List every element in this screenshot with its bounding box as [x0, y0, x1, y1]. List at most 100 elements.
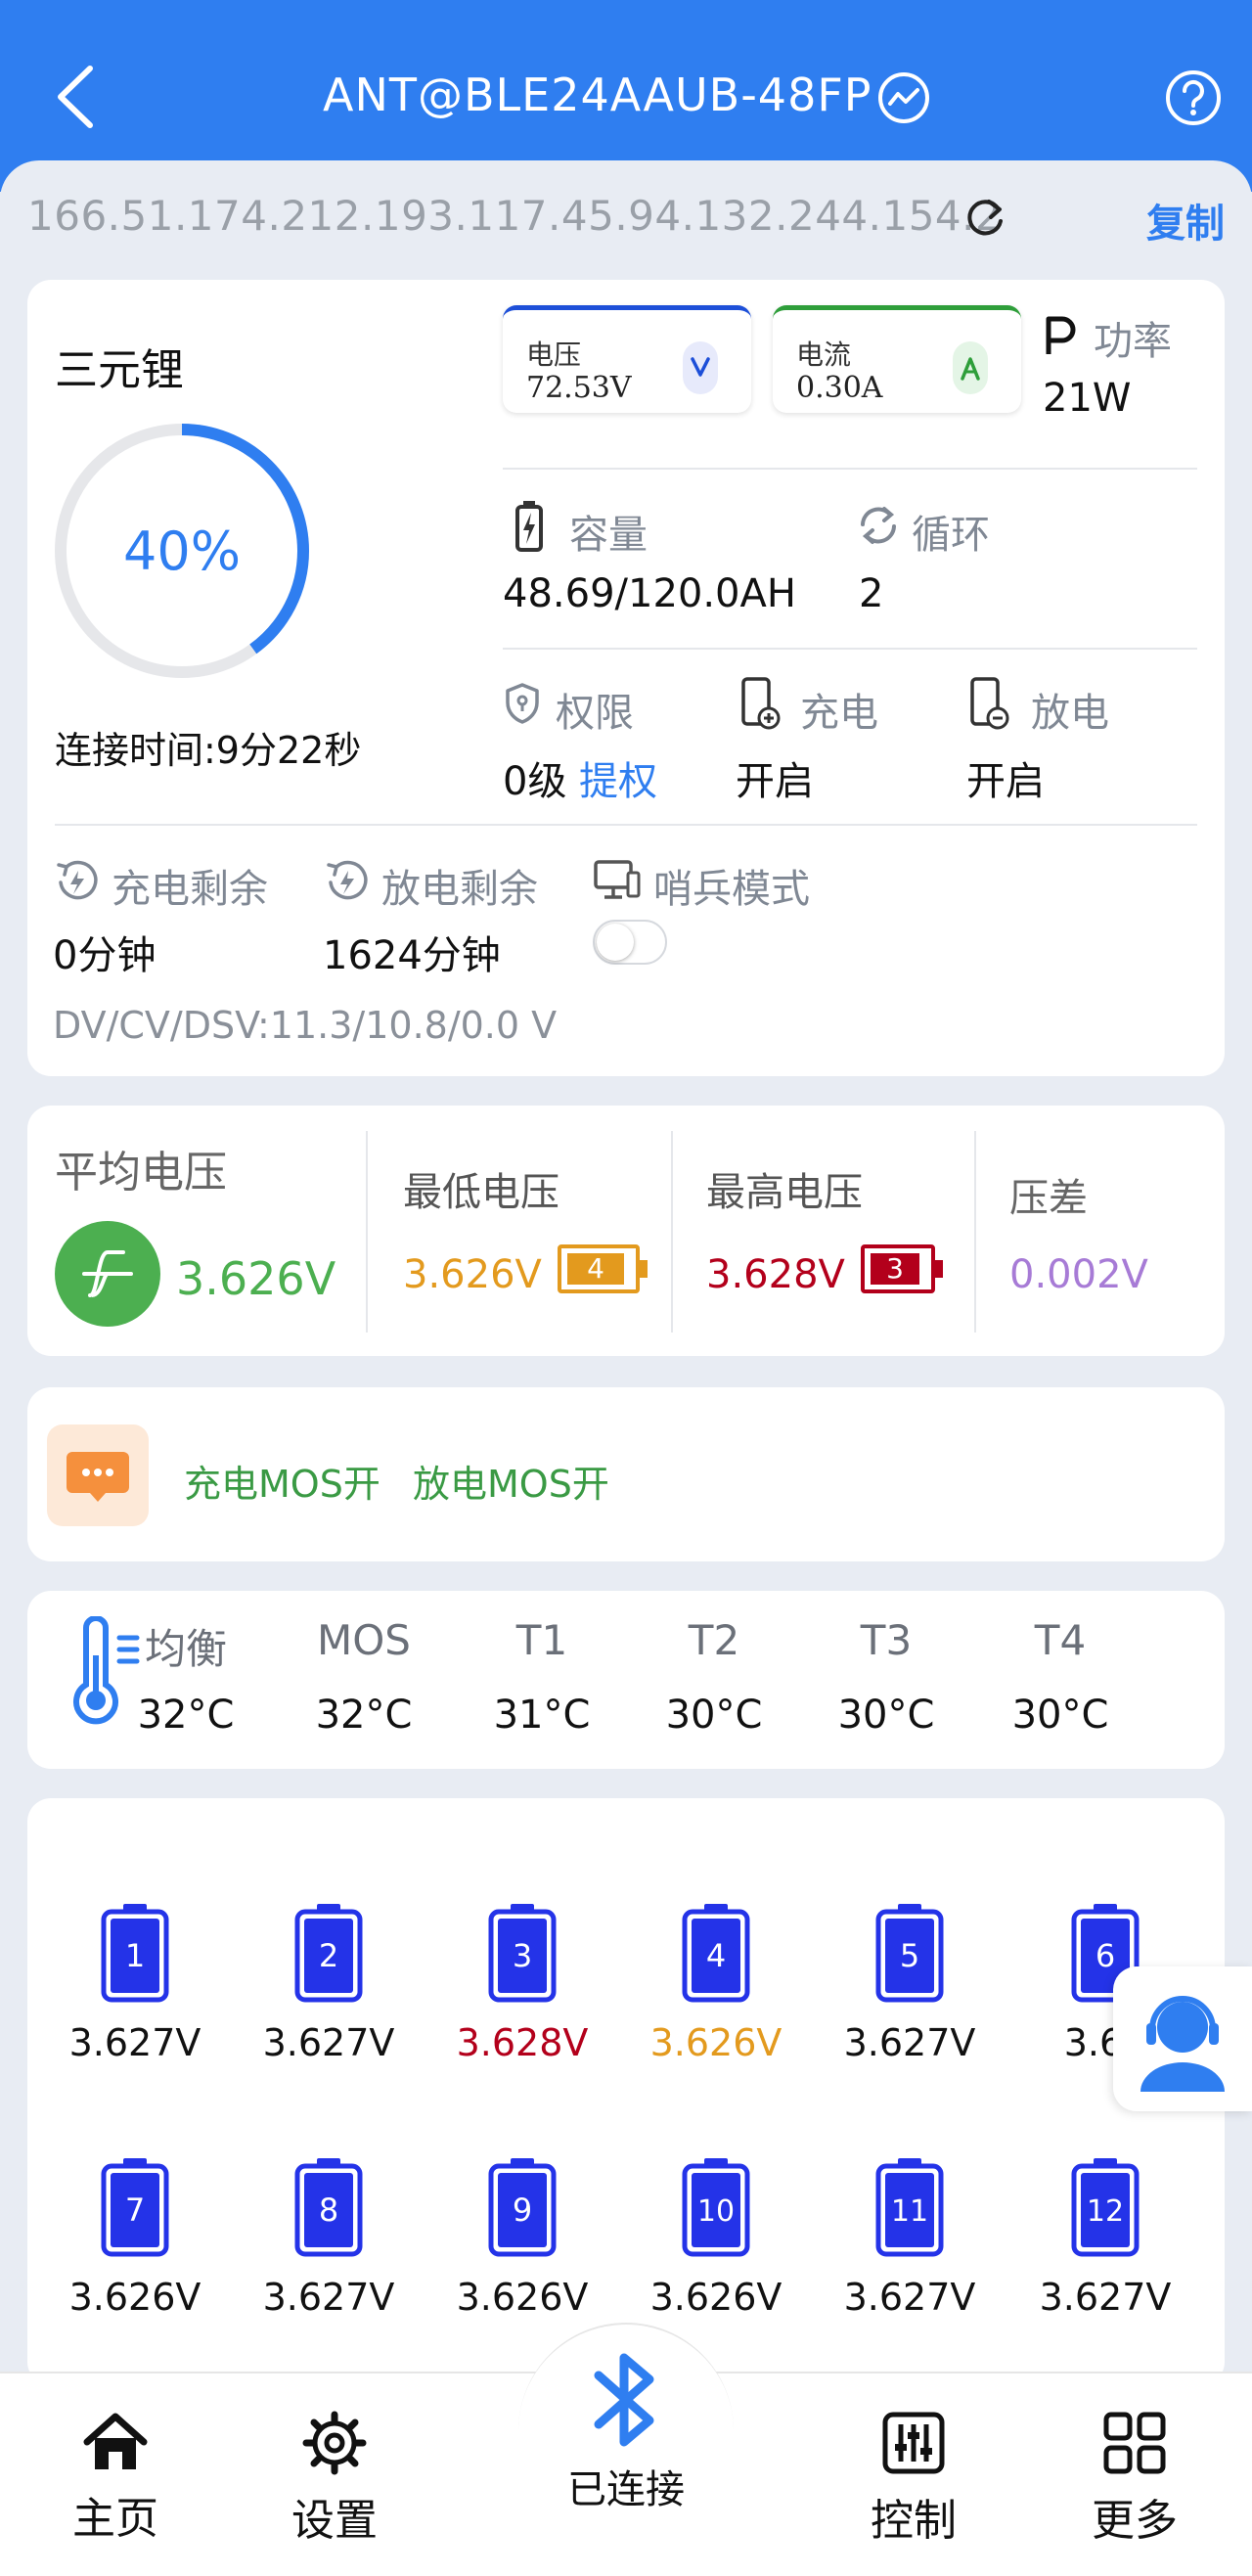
charge-remaining-label: 充电剩余 [112, 867, 268, 912]
nav-home-label: 主页 [72, 2494, 158, 2544]
connect-time: 连接时间:9分22秒 [55, 729, 362, 772]
permission-label: 权限 [556, 691, 634, 736]
cell-battery-icon: 1 [101, 1904, 169, 2003]
sliders-icon [882, 2412, 945, 2474]
voltage-diff-value: 0.002V [1009, 1252, 1148, 1297]
cell-item: 9 3.626V [444, 2156, 601, 2319]
cell-number: 12 [1087, 2194, 1124, 2229]
capacity-value: 48.69/120.0AH [503, 571, 796, 616]
cell-item: 1 3.627V [57, 1902, 213, 2064]
power-value: 21W [1043, 376, 1132, 421]
refresh-icon[interactable] [963, 196, 1006, 239]
temp-label: MOS [317, 1616, 411, 1664]
cell-battery-icon: 8 [294, 2158, 363, 2257]
current-value: 0.30A [796, 371, 883, 405]
gear-icon [302, 2411, 367, 2475]
dv-cv-dsv-line: DV/CV/DSV:11.3/10.8/0.0 V [53, 1004, 558, 1047]
nav-bluetooth[interactable]: 已连接 [548, 2346, 704, 2514]
cycle-icon [861, 507, 896, 544]
cell-voltage: 3.627V [843, 2021, 976, 2064]
cell-voltage: 3.627V [68, 2021, 201, 2064]
cell-item: 7 3.626V [57, 2156, 213, 2319]
cell-battery-icon: 4 [682, 1904, 750, 2003]
cell-number: 2 [319, 1937, 338, 1974]
nav-bluetooth-label: 已连接 [567, 2467, 685, 2512]
back-icon[interactable] [51, 63, 100, 131]
current-label: 电流 [796, 339, 852, 371]
shield-icon [506, 683, 539, 724]
cell-voltage: 3.627V [262, 2276, 395, 2319]
temp-value: 32°C [315, 1693, 413, 1738]
max-cell-battery-icon: 3 [861, 1244, 943, 1293]
cell-item: 5 3.627V [831, 1902, 988, 2064]
nav-more[interactable]: 更多 [1056, 2411, 1213, 2548]
voltage-icon [683, 341, 718, 394]
cell-number: 11 [891, 2194, 928, 2229]
cell-voltage: 3.627V [262, 2021, 395, 2064]
cycle-value: 2 [859, 571, 884, 616]
cell-number: 1 [125, 1937, 145, 1974]
temp-value: 32°C [137, 1693, 235, 1738]
cell-number: 10 [697, 2194, 735, 2229]
power-label: 功率 [1094, 319, 1172, 364]
temp-value: 30°C [665, 1693, 763, 1738]
charge-remaining-clock-icon [57, 860, 98, 900]
cell-number: 8 [319, 2192, 338, 2229]
cell-item: 10 3.626V [638, 2156, 794, 2319]
current-icon [953, 341, 988, 394]
device-address: 166.51.174.212.193.117.45.94.132.244.154… [27, 192, 1003, 240]
soc-percent: 40% [122, 520, 242, 582]
voltage-box: 电压 72.53V [503, 305, 751, 413]
temp-value: 30°C [837, 1693, 935, 1738]
cell-item: 11 3.627V [831, 2156, 988, 2319]
charge-status: 开启 [736, 759, 814, 804]
nav-settings[interactable]: 设置 [256, 2411, 413, 2548]
sentry-mode-toggle[interactable] [593, 920, 667, 965]
cell-battery-icon: 2 [294, 1904, 363, 2003]
charge-label: 充电 [800, 691, 878, 736]
temp-label: T1 [515, 1616, 568, 1664]
toggle-knob [597, 924, 634, 961]
cell-voltage: 3.627V [843, 2276, 976, 2319]
nav-settings-label: 设置 [291, 2496, 378, 2546]
max-voltage-value: 3.628V [706, 1252, 845, 1297]
discharge-phone-icon [970, 677, 1009, 730]
trend-chart-icon[interactable] [876, 70, 931, 125]
help-icon[interactable] [1164, 68, 1223, 127]
cell-item: 3 3.628V [444, 1902, 601, 2064]
max-voltage-label: 最高电压 [706, 1170, 863, 1215]
charge-phone-icon [741, 677, 781, 730]
discharge-label: 放电 [1031, 691, 1109, 736]
customer-support-button[interactable] [1113, 1966, 1252, 2111]
monitor-icon [594, 860, 641, 899]
temp-label: T2 [688, 1616, 740, 1664]
voltage-label: 电压 [526, 339, 582, 371]
cell-number: 7 [125, 2192, 145, 2229]
temp-value: 31°C [493, 1693, 591, 1738]
cell-battery-icon: 9 [488, 2158, 557, 2257]
avg-voltage-label: 平均电压 [55, 1148, 227, 1198]
temp-label: T4 [1034, 1616, 1087, 1664]
min-cell-battery-icon: 4 [558, 1244, 648, 1293]
nav-control-label: 控制 [871, 2496, 957, 2546]
cell-item: 8 3.627V [250, 2156, 407, 2319]
device-title: ANT@BLE24AAUB-48FP [323, 68, 872, 121]
charge-mos-status: 充电MOS开 [184, 1463, 380, 1506]
nav-more-label: 更多 [1092, 2496, 1178, 2546]
min-cell-number: 4 [567, 1253, 624, 1285]
nav-home[interactable]: 主页 [37, 2411, 194, 2546]
cell-number: 3 [513, 1937, 532, 1974]
cell-battery-icon: 7 [101, 2158, 169, 2257]
nav-control[interactable]: 控制 [835, 2411, 992, 2548]
voltage-value: 72.53V [526, 371, 632, 405]
discharge-remaining-value: 1624分钟 [323, 933, 501, 978]
permission-level: 0级 [503, 759, 567, 804]
headset-agent-icon [1140, 1996, 1225, 2092]
discharge-mos-status: 放电MOS开 [413, 1463, 609, 1506]
elevate-permission-link[interactable]: 提权 [579, 749, 657, 806]
cell-battery-icon: 12 [1071, 2158, 1140, 2257]
capacity-label: 容量 [569, 513, 648, 558]
cycle-label: 循环 [912, 513, 990, 558]
copy-button[interactable]: 复制 [1146, 192, 1225, 249]
cell-item: 2 3.627V [250, 1902, 407, 2064]
